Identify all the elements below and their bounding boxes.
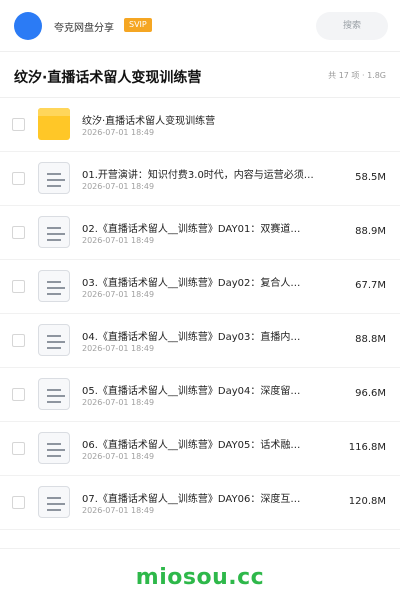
file-name[interactable]: 04.《直播话术留人__训练营》Day03：直播内… (82, 328, 338, 343)
list-item[interactable]: 纹汐·直播话术留人变现训练营 2026-07-01 18:49 (0, 98, 400, 152)
list-item[interactable]: 03.《直播话术留人__训练营》Day02：复合人… 2026-07-01 18… (0, 260, 400, 314)
file-size: 58.5M (355, 172, 386, 183)
file-name[interactable]: 纹汐·直播话术留人变现训练营 (82, 112, 338, 127)
app-name: 夸克网盘分享 (54, 23, 114, 34)
file-size: 88.9M (355, 226, 386, 237)
document-icon (38, 432, 70, 464)
row-checkbox[interactable] (12, 226, 25, 239)
file-date: 2026-07-01 18:49 (82, 506, 155, 515)
search-input[interactable]: 搜索 (316, 12, 388, 40)
top-bar: 夸克网盘分享 SVIP 搜索 (0, 0, 400, 52)
file-name[interactable]: 06.《直播话术留人__训练营》DAY05：话术融… (82, 436, 338, 451)
row-checkbox[interactable] (12, 496, 25, 509)
item-count: 共 17 项 (328, 71, 360, 80)
footer: miosou.cc (0, 548, 400, 600)
watermark-brand: miosou.cc (135, 565, 265, 590)
row-checkbox[interactable] (12, 388, 25, 401)
row-checkbox[interactable] (12, 172, 25, 185)
row-checkbox[interactable] (12, 442, 25, 455)
list-item[interactable]: 01.开营演讲：知识付费3.0时代，内容与运营必须… 2026-07-01 18… (0, 152, 400, 206)
file-date: 2026-07-01 18:49 (82, 236, 155, 245)
document-icon (38, 324, 70, 356)
file-size: 67.7M (355, 280, 386, 291)
row-checkbox[interactable] (12, 280, 25, 293)
row-checkbox[interactable] (12, 118, 25, 131)
list-item[interactable]: 04.《直播话术留人__训练营》Day03：直播内… 2026-07-01 18… (0, 314, 400, 368)
file-size: 120.8M (348, 496, 386, 507)
file-name[interactable]: 05.《直播话术留人__训练营》Day04：深度留… (82, 382, 338, 397)
list-item[interactable]: 07.《直播话术留人__训练营》DAY06：深度互… 2026-07-01 18… (0, 476, 400, 530)
file-date: 2026-07-01 18:49 (82, 128, 155, 137)
file-name[interactable]: 02.《直播话术留人__训练营》DAY01：双赛道… (82, 220, 338, 235)
file-date: 2026-07-01 18:49 (82, 452, 155, 461)
file-size: 96.6M (355, 388, 386, 399)
file-date: 2026-07-01 18:49 (82, 398, 155, 407)
list-item[interactable]: 06.《直播话术留人__训练营》DAY05：话术融… 2026-07-01 18… (0, 422, 400, 476)
document-icon (38, 216, 70, 248)
list-item[interactable]: 05.《直播话术留人__训练营》Day04：深度留… 2026-07-01 18… (0, 368, 400, 422)
avatar[interactable] (14, 12, 42, 40)
folder-icon (38, 108, 70, 140)
file-date: 2026-07-01 18:49 (82, 344, 155, 353)
folder-meta: 共 17 项 · 1.8G (328, 70, 386, 81)
document-icon (38, 378, 70, 410)
file-size: 116.8M (348, 442, 386, 453)
list-item[interactable]: 02.《直播话术留人__训练营》DAY01：双赛道… 2026-07-01 18… (0, 206, 400, 260)
document-icon (38, 270, 70, 302)
file-list: 纹汐·直播话术留人变现训练营 2026-07-01 18:49 01.开营演讲：… (0, 98, 400, 530)
page-title: 纹汐·直播话术留人变现训练营 (14, 70, 202, 86)
file-date: 2026-07-01 18:49 (82, 290, 155, 299)
file-name[interactable]: 01.开营演讲：知识付费3.0时代，内容与运营必须… (82, 166, 338, 181)
svip-badge[interactable]: SVIP (124, 18, 152, 32)
row-checkbox[interactable] (12, 334, 25, 347)
file-date: 2026-07-01 18:49 (82, 182, 155, 191)
file-name[interactable]: 07.《直播话术留人__训练营》DAY06：深度互… (82, 490, 338, 505)
total-size: 1.8G (367, 71, 386, 80)
file-name[interactable]: 03.《直播话术留人__训练营》Day02：复合人… (82, 274, 338, 289)
page-header: 纹汐·直播话术留人变现训练营 共 17 项 · 1.8G (0, 52, 400, 98)
file-size: 88.8M (355, 334, 386, 345)
document-icon (38, 162, 70, 194)
document-icon (38, 486, 70, 518)
